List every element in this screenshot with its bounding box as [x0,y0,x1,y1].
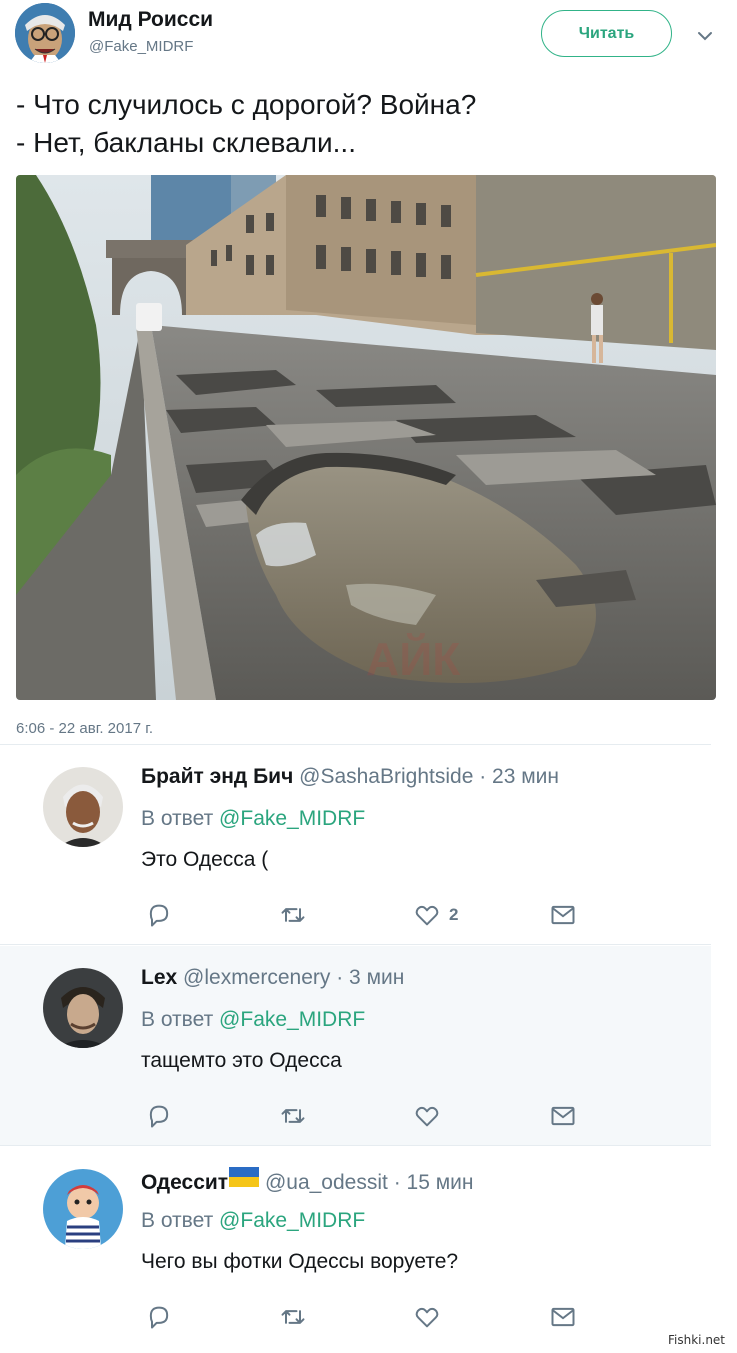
reply-author-handle[interactable]: @lexmercenery [183,966,330,989]
reply-actions [141,1302,601,1332]
reply-context: В ответ @Fake_MIDRF [141,807,365,831]
envelope-icon[interactable] [549,1302,577,1332]
retweet-icon[interactable] [279,1101,307,1131]
reply-header: Одессит @ua_odessit · 15 мин [141,1167,474,1195]
reply-mention-link[interactable]: @Fake_MIDRF [219,1008,365,1031]
tweet-header: Мид Роисси @Fake_MIDRF Читать [0,0,737,70]
ukraine-flag-icon [229,1167,260,1187]
envelope-icon[interactable] [549,900,577,930]
chevron-down-icon[interactable] [695,26,715,46]
author-avatar[interactable] [15,3,75,63]
heart-icon[interactable] [413,1302,441,1332]
reply-prefix: В ответ [141,1209,214,1232]
reply-context: В ответ @Fake_MIDRF [141,1209,365,1233]
reply-actions: 2 [141,900,601,930]
like-count: 2 [449,905,459,924]
reply-author-name[interactable]: Одессит [141,1171,228,1194]
author-handle[interactable]: @Fake_MIDRF [89,38,193,55]
reply-avatar[interactable] [43,1169,123,1249]
retweet-icon[interactable] [279,900,307,930]
reply-context: В ответ @Fake_MIDRF [141,1008,365,1032]
reply-tweet[interactable]: Брайт энд Бич @SashaBrightside · 23 мин … [0,745,711,945]
reply-icon[interactable] [145,1101,173,1131]
reply-icon[interactable] [145,1302,173,1332]
reply-author-name[interactable]: Lex [141,966,177,989]
reply-author-handle[interactable]: @ua_odessit [265,1171,388,1194]
reply-time[interactable]: · 23 мин [479,765,559,788]
reply-mention-link[interactable]: @Fake_MIDRF [219,807,365,830]
reply-prefix: В ответ [141,1008,214,1031]
reply-time[interactable]: · 3 мин [336,966,404,989]
heart-icon[interactable] [413,1101,441,1131]
tweet-text-line: - Что случилось с дорогой? Война? [16,89,477,120]
reply-author-name[interactable]: Брайт энд Бич [141,765,293,788]
tweet-photo[interactable]: АЙК [16,175,716,700]
reply-prefix: В ответ [141,807,214,830]
reply-text: Это Одесса ( [141,848,269,871]
reply-header: Lex @lexmercenery · 3 мин [141,966,404,990]
divider [0,944,711,945]
tweet-text: - Что случилось с дорогой? Война? - Нет,… [16,86,476,162]
reply-tweet[interactable]: Одессит @ua_odessit · 15 мин В ответ @Fa… [0,1147,711,1347]
heart-icon[interactable]: 2 [413,900,458,930]
reply-author-handle[interactable]: @SashaBrightside [299,765,473,788]
reply-avatar[interactable] [43,767,123,847]
reply-mention-link[interactable]: @Fake_MIDRF [219,1209,365,1232]
site-watermark: Fishki.net [668,1333,726,1347]
envelope-icon[interactable] [549,1101,577,1131]
reply-icon[interactable] [145,900,173,930]
svg-text:АЙК: АЙК [366,633,461,685]
reply-actions [141,1101,601,1131]
reply-tweet[interactable]: Lex @lexmercenery · 3 мин В ответ @Fake_… [0,946,711,1146]
divider [0,1145,711,1146]
reply-text: тащемто это Одесса [141,1049,342,1072]
reply-avatar[interactable] [43,968,123,1048]
tweet-text-line: - Нет, бакланы склевали... [16,127,356,158]
tweet-timestamp[interactable]: 6:06 - 22 авг. 2017 г. [16,720,153,737]
retweet-icon[interactable] [279,1302,307,1332]
author-name[interactable]: Мид Роисси [88,8,213,32]
reply-text: Чего вы фотки Одессы воруете? [141,1250,459,1273]
reply-header: Брайт энд Бич @SashaBrightside · 23 мин [141,765,559,789]
follow-button[interactable]: Читать [541,10,672,57]
reply-time[interactable]: · 15 мин [394,1171,474,1194]
